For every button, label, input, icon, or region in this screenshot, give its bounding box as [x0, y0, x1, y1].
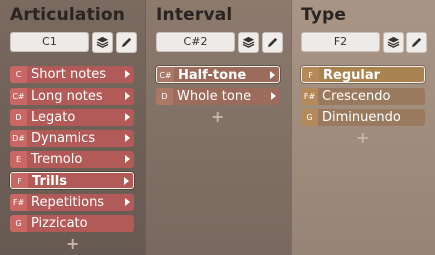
articulation-key-field[interactable]: C1 — [10, 32, 89, 52]
interval-layers-button[interactable] — [238, 32, 259, 53]
interval-key-field[interactable]: C#2 — [156, 32, 235, 52]
play-arrow-icon — [271, 92, 276, 100]
type-key-field[interactable]: F2 — [301, 32, 380, 52]
item-label: Short notes — [31, 67, 107, 82]
keyswitch-note: G — [10, 215, 27, 232]
item-label: Pizzicato — [31, 216, 88, 231]
interval-title: Interval — [156, 5, 233, 25]
item-label: Legato — [31, 110, 76, 125]
keyswitch-note: F# — [301, 88, 318, 105]
pencil-icon — [267, 37, 278, 48]
add-articulation-button[interactable]: + — [66, 236, 79, 252]
articulation-item-trills[interactable]: F Trills — [10, 172, 134, 189]
item-label: Half-tone — [178, 68, 247, 83]
keyswitch-note: C# — [157, 67, 174, 82]
item-label: Crescendo — [322, 89, 391, 104]
play-arrow-icon — [125, 134, 130, 142]
add-type-button[interactable]: + — [356, 130, 369, 146]
type-edit-button[interactable] — [406, 32, 427, 53]
keyswitch-note: E — [10, 151, 27, 168]
type-item-regular[interactable]: F Regular — [301, 66, 425, 83]
articulation-layers-button[interactable] — [92, 32, 113, 53]
interval-edit-button[interactable] — [262, 32, 283, 53]
articulation-title: Articulation — [10, 5, 126, 25]
interval-item-half-tone[interactable]: C# Half-tone — [156, 66, 280, 83]
type-title: Type — [301, 5, 347, 25]
play-arrow-icon — [125, 198, 130, 206]
item-label: Regular — [323, 68, 381, 83]
play-arrow-icon — [125, 113, 130, 121]
articulation-item-pizzicato[interactable]: G Pizzicato — [10, 215, 134, 232]
item-label: Trills — [32, 174, 67, 189]
keyswitch-note: G — [301, 109, 318, 126]
type-item-crescendo[interactable]: F# Crescendo — [301, 88, 425, 105]
keyswitch-note: C# — [10, 88, 27, 105]
keyswitch-note: D — [10, 109, 27, 126]
articulation-item-tremolo[interactable]: E Tremolo — [10, 151, 134, 168]
layers-icon — [96, 36, 109, 48]
type-item-diminuendo[interactable]: G Diminuendo — [301, 109, 425, 126]
add-interval-button[interactable]: + — [211, 109, 224, 125]
item-label: Tremolo — [31, 152, 83, 167]
type-layers-button[interactable] — [383, 32, 404, 53]
keyswitch-note: F# — [10, 194, 27, 211]
keyswitch-note: D# — [10, 130, 27, 147]
item-label: Diminuendo — [322, 110, 401, 125]
interval-item-whole-tone[interactable]: D Whole tone — [156, 88, 280, 105]
item-label: Long notes — [31, 89, 103, 104]
articulation-item-long-notes[interactable]: C# Long notes — [10, 88, 134, 105]
item-label: Repetitions — [31, 195, 105, 210]
column-divider — [291, 0, 292, 255]
play-arrow-icon — [125, 92, 130, 100]
keyswitch-note: C — [10, 66, 27, 83]
articulation-item-repetitions[interactable]: F# Repetitions — [10, 194, 134, 211]
articulation-item-legato[interactable]: D Legato — [10, 109, 134, 126]
item-label: Dynamics — [31, 131, 96, 146]
articulation-item-short-notes[interactable]: C Short notes — [10, 66, 134, 83]
play-arrow-icon — [124, 177, 129, 185]
keyswitch-note: D — [156, 88, 173, 105]
item-label: Whole tone — [177, 89, 252, 104]
articulation-edit-button[interactable] — [116, 32, 137, 53]
column-divider — [145, 0, 146, 255]
layers-icon — [387, 36, 400, 48]
layers-icon — [242, 36, 255, 48]
keyswitch-note: F — [11, 173, 28, 188]
pencil-icon — [411, 37, 422, 48]
articulation-item-dynamics[interactable]: D# Dynamics — [10, 130, 134, 147]
keyswitch-note: F — [302, 67, 319, 82]
play-arrow-icon — [270, 71, 275, 79]
pencil-icon — [121, 37, 132, 48]
play-arrow-icon — [125, 155, 130, 163]
play-arrow-icon — [125, 70, 130, 78]
